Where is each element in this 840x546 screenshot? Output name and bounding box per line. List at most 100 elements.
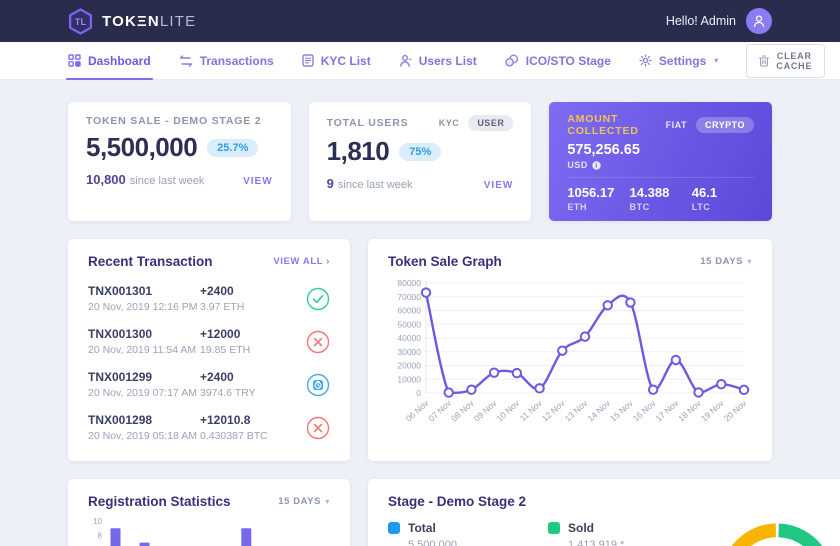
line-chart-period-dropdown[interactable]: 15 DAYS ▾: [700, 256, 752, 267]
transaction-row[interactable]: TNX00129920 Nov, 2019 07:17 AM +24003974…: [88, 363, 330, 406]
users-icon: [399, 54, 412, 67]
recent-transactions-card: Recent Transaction VIEW ALL › TNX0013012…: [68, 239, 350, 461]
svg-text:08 Nov: 08 Nov: [449, 398, 476, 424]
amount-collected-card: AMOUNT COLLECTED FIAT CRYPTO 575,256.65 …: [549, 102, 772, 221]
nav-tab-kyc-list[interactable]: KYC List: [302, 42, 371, 79]
svg-text:12 Nov: 12 Nov: [540, 398, 567, 424]
token-sale-graph-title: Token Sale Graph: [388, 254, 502, 269]
transaction-row[interactable]: TNX00130120 Nov, 2019 12:16 PM +24003.97…: [88, 277, 330, 320]
svg-text:11 Nov: 11 Nov: [518, 398, 545, 424]
nav-tab-users-list[interactable]: Users List: [399, 42, 477, 79]
clear-cache-label: CLEAR CACHE: [776, 51, 812, 71]
svg-text:14 Nov: 14 Nov: [585, 398, 612, 424]
token-sale-line-chart: 0100002000030000400005000060000700008000…: [388, 275, 750, 433]
bar-chart-period-dropdown[interactable]: 15 DAYS ▾: [278, 496, 330, 507]
view-all-link[interactable]: VIEW ALL ›: [273, 256, 330, 267]
svg-text:50000: 50000: [397, 319, 421, 329]
svg-text:TL: TL: [75, 17, 87, 27]
token-sale-delta-suffix: since last week: [130, 175, 205, 187]
svg-text:18 Nov: 18 Nov: [676, 398, 703, 424]
total-users-delta: 9: [327, 176, 334, 191]
transaction-row[interactable]: TNX00130020 Nov, 2019 11:54 AM +1200019.…: [88, 320, 330, 363]
svg-text:10000: 10000: [397, 374, 421, 384]
svg-text:13 Nov: 13 Nov: [563, 398, 590, 424]
toggle-kyc[interactable]: KYC: [434, 115, 465, 131]
registration-bar-chart: 108642: [88, 515, 330, 546]
users-kyc-toggle: KYC USER: [434, 115, 514, 131]
svg-text:17 Nov: 17 Nov: [653, 398, 680, 424]
kyc-list-icon: [302, 54, 314, 67]
fiat-currency-label: USD: [567, 160, 588, 170]
chevron-down-icon: ▾: [747, 257, 752, 266]
nav-label: Dashboard: [88, 54, 151, 68]
brand-name: TOKΞNLITE: [102, 13, 196, 30]
token-sale-view-link[interactable]: VIEW: [243, 176, 273, 187]
greeting-text: Hello! Admin: [666, 14, 736, 28]
token-sale-card: TOKEN SALE - DEMO STAGE 2 5,500,000 25.7…: [68, 102, 291, 221]
person-icon: [752, 14, 766, 28]
topbar: TL TOKΞNLITE Hello! Admin: [0, 0, 840, 42]
svg-text:20000: 20000: [397, 361, 421, 371]
nav-label: Settings: [659, 54, 706, 68]
svg-text:60000: 60000: [397, 306, 421, 316]
svg-text:30000: 30000: [397, 347, 421, 357]
total-swatch: [388, 522, 400, 534]
failed-cross-icon: [306, 330, 330, 354]
toggle-crypto[interactable]: CRYPTO: [696, 117, 754, 133]
svg-text:16 Nov: 16 Nov: [631, 398, 658, 424]
brand-hexagon-icon: TL: [68, 8, 93, 35]
nav-tab-transactions[interactable]: Transactions: [179, 42, 274, 79]
transaction-row[interactable]: TNX00129820 Nov, 2019 05:18 AM +12010.80…: [88, 406, 330, 449]
nav-tab-ico-sto-stage[interactable]: ICO/STO Stage: [505, 42, 611, 79]
svg-text:10: 10: [93, 517, 102, 526]
transactions-swap-icon: [179, 55, 193, 67]
user-avatar[interactable]: [746, 8, 772, 34]
svg-text:80000: 80000: [397, 278, 421, 288]
chevron-down-icon: ▾: [714, 56, 718, 65]
total-users-percent-badge: 75%: [399, 143, 441, 161]
registration-statistics-card: Registration Statistics 15 DAYS ▾ 108642: [68, 479, 350, 546]
registration-statistics-title: Registration Statistics: [88, 494, 231, 509]
main-nav: Dashboard Transactions KYC List Users Li…: [0, 42, 840, 80]
stage-title: Stage - Demo Stage 2: [388, 494, 526, 509]
nav-tab-settings[interactable]: Settings ▾: [639, 42, 718, 79]
dashboard-grid-icon: [68, 54, 81, 67]
nav-label: Transactions: [200, 54, 274, 68]
nav-tab-dashboard[interactable]: Dashboard: [68, 42, 151, 79]
ico-stage-coins-icon: [505, 54, 519, 67]
toggle-user[interactable]: USER: [468, 115, 513, 131]
crypto-amount-ltc: 46.1 LTC: [692, 185, 754, 212]
pending-clock-icon: [306, 373, 330, 397]
total-users-card: TOTAL USERS KYC USER 1,810 75% 9 since la…: [309, 102, 532, 221]
total-users-delta-suffix: since last week: [338, 179, 413, 191]
svg-text:40000: 40000: [397, 333, 421, 343]
crypto-amount-btc: 14.388 BTC: [630, 185, 692, 212]
svg-text:06 Nov: 06 Nov: [404, 398, 431, 424]
stage-legend: Total 5,500,000 Sold 1,413,919 * Sale % …: [388, 521, 708, 546]
svg-text:19 Nov: 19 Nov: [699, 398, 726, 424]
total-users-value: 1,810: [327, 136, 390, 167]
brand-logo[interactable]: TL TOKΞNLITE: [68, 8, 196, 35]
fiat-amount-value: 575,256.65: [567, 142, 754, 158]
token-sale-value: 5,500,000: [86, 132, 197, 163]
token-sale-title: TOKEN SALE - DEMO STAGE 2: [86, 115, 261, 127]
token-sale-delta: 10,800: [86, 172, 126, 187]
nav-label: Users List: [419, 54, 477, 68]
nav-label: KYC List: [321, 54, 371, 68]
chevron-right-icon: ›: [326, 256, 330, 267]
stage-card: Stage - Demo Stage 2 Total 5,500,000 Sol…: [368, 479, 840, 546]
clear-cache-button[interactable]: CLEAR CACHE: [746, 44, 825, 78]
amount-collected-title: AMOUNT COLLECTED: [567, 113, 660, 137]
toggle-fiat[interactable]: FIAT: [661, 117, 692, 133]
total-users-title: TOTAL USERS: [327, 117, 409, 129]
dashboard-page: TL TOKΞNLITE Hello! Admin Dashboard: [0, 0, 840, 546]
info-icon[interactable]: i: [592, 161, 601, 170]
svg-text:09 Nov: 09 Nov: [472, 398, 499, 424]
total-users-view-link[interactable]: VIEW: [484, 180, 514, 191]
token-sale-percent-badge: 25.7%: [207, 139, 258, 157]
legend-item-total: Total 5,500,000: [388, 521, 548, 546]
fiat-crypto-toggle: FIAT CRYPTO: [661, 117, 754, 133]
nav-label: ICO/STO Stage: [526, 54, 611, 68]
sold-swatch: [548, 522, 560, 534]
svg-text:0: 0: [416, 388, 421, 398]
